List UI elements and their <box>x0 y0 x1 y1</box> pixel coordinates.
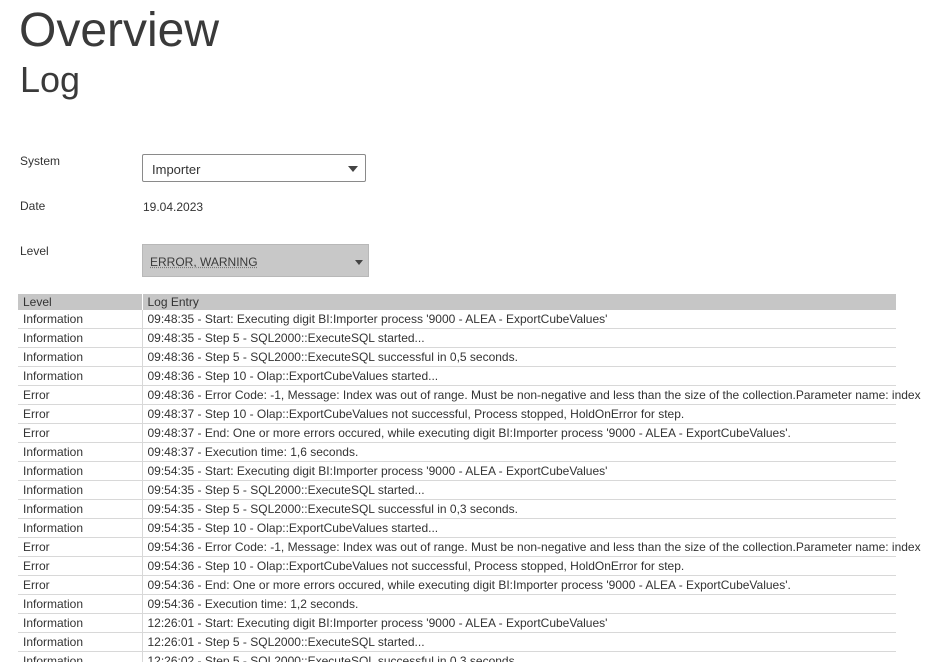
log-table-header: Level Log Entry <box>18 294 897 310</box>
chevron-down-icon <box>348 166 358 172</box>
log-level-cell: Information <box>18 594 143 614</box>
log-level-cell: Information <box>18 499 143 519</box>
log-entry-cell: 09:54:36 - Step 10 - Olap::ExportCubeVal… <box>142 556 896 576</box>
log-entry-cell: 09:54:35 - Step 5 - SQL2000::ExecuteSQL … <box>142 480 896 500</box>
log-entry-cell: 09:54:36 - End: One or more errors occur… <box>142 575 896 595</box>
log-entry-cell: 12:26:01 - Start: Executing digit BI:Imp… <box>142 613 896 633</box>
system-select-value: Importer <box>152 162 201 177</box>
log-entry-cell: 09:48:37 - Step 10 - Olap::ExportCubeVal… <box>142 404 896 424</box>
log-level-cell: Information <box>18 366 143 386</box>
table-row[interactable]: Error 09:48:36 - Error Code: -1, Message:… <box>18 385 921 405</box>
table-row[interactable]: Information 09:54:35 - Step 5 - SQL2000::… <box>18 499 896 519</box>
table-row[interactable]: Information 09:54:35 - Step 10 - Olap::Ex… <box>18 518 896 538</box>
table-row[interactable]: Information 09:54:35 - Start: Executing d… <box>18 461 896 481</box>
log-level-cell: Error <box>18 537 143 557</box>
log-entry-cell: 09:54:36 - Error Code: -1, Message: Inde… <box>142 537 921 557</box>
log-entry-cell: 09:48:37 - Execution time: 1,6 seconds. <box>142 442 896 462</box>
level-label: Level <box>20 244 49 258</box>
log-level-cell: Error <box>18 575 143 595</box>
table-row[interactable]: Information 09:54:36 - Execution time: 1,… <box>18 594 896 614</box>
system-select[interactable]: Importer <box>142 154 366 182</box>
log-level-cell: Information <box>18 461 143 481</box>
date-label: Date <box>20 199 46 213</box>
log-level-cell: Error <box>18 385 143 405</box>
log-level-cell: Error <box>18 556 143 576</box>
log-overview-page: Overview Log System Importer Date 19.04.… <box>0 0 936 662</box>
level-multiselect-value: ERROR, WARNING <box>150 255 258 269</box>
log-level-cell: Information <box>18 651 143 662</box>
table-row[interactable]: Information 09:48:37 - Execution time: 1,… <box>18 442 896 462</box>
table-row[interactable]: Information 09:48:36 - Step 10 - Olap::Ex… <box>18 366 896 386</box>
log-level-cell: Error <box>18 423 143 443</box>
log-entry-cell: 09:54:35 - Step 10 - Olap::ExportCubeVal… <box>142 518 896 538</box>
table-row[interactable]: Information 12:26:01 - Step 5 - SQL2000::… <box>18 632 896 652</box>
page-subtitle: Log <box>20 59 81 100</box>
system-label: System <box>20 154 61 168</box>
log-table-body: Information 09:48:35 - Start: Executing d… <box>18 310 921 662</box>
level-multiselect[interactable]: ERROR, WARNING <box>142 244 369 277</box>
log-level-cell: Information <box>18 310 143 329</box>
log-level-cell: Information <box>18 613 143 633</box>
log-level-cell: Information <box>18 442 143 462</box>
log-entry-cell: 09:48:36 - Step 5 - SQL2000::ExecuteSQL … <box>142 347 896 367</box>
log-level-cell: Information <box>18 347 143 367</box>
log-entry-cell: 09:48:37 - End: One or more errors occur… <box>142 423 896 443</box>
log-level-cell: Information <box>18 480 143 500</box>
table-row[interactable]: Information 09:48:35 - Start: Executing d… <box>18 310 896 329</box>
column-header-log-entry[interactable]: Log Entry <box>142 294 897 310</box>
table-row[interactable]: Error 09:54:36 - Error Code: -1, Message:… <box>18 537 921 557</box>
log-table: Level Log Entry Information 09:48:35 - St… <box>18 294 921 662</box>
log-entry-cell: 12:26:01 - Step 5 - SQL2000::ExecuteSQL … <box>142 632 896 652</box>
log-entry-cell: 09:54:35 - Step 5 - SQL2000::ExecuteSQL … <box>142 499 896 519</box>
log-entry-cell: 09:54:35 - Start: Executing digit BI:Imp… <box>142 461 896 481</box>
table-row[interactable]: Information 09:48:35 - Step 5 - SQL2000::… <box>18 328 896 348</box>
log-entry-cell: 12:26:02 - Step 5 - SQL2000::ExecuteSQL … <box>142 651 896 662</box>
log-entry-cell: 09:48:36 - Step 10 - Olap::ExportCubeVal… <box>142 366 896 386</box>
table-row[interactable]: Information 09:48:36 - Step 5 - SQL2000::… <box>18 347 896 367</box>
log-level-cell: Information <box>18 328 143 348</box>
log-entry-cell: 09:48:36 - Error Code: -1, Message: Inde… <box>142 385 921 405</box>
log-level-cell: Information <box>18 632 143 652</box>
table-row[interactable]: Error 09:54:36 - End: One or more errors … <box>18 575 896 595</box>
page-title: Overview <box>19 4 220 57</box>
table-row[interactable]: Error 09:54:36 - Step 10 - Olap::ExportCu… <box>18 556 896 576</box>
column-header-level[interactable]: Level <box>18 294 143 310</box>
table-row[interactable]: Information 09:54:35 - Step 5 - SQL2000::… <box>18 480 896 500</box>
chevron-down-icon <box>355 260 363 265</box>
log-entry-cell: 09:48:35 - Step 5 - SQL2000::ExecuteSQL … <box>142 328 896 348</box>
table-row[interactable]: Information 12:26:01 - Start: Executing d… <box>18 613 896 633</box>
table-row[interactable]: Information 12:26:02 - Step 5 - SQL2000::… <box>18 651 896 662</box>
date-value: 19.04.2023 <box>143 200 204 214</box>
table-row[interactable]: Error 09:48:37 - Step 10 - Olap::ExportCu… <box>18 404 896 424</box>
log-level-cell: Error <box>18 404 143 424</box>
log-entry-cell: 09:54:36 - Execution time: 1,2 seconds. <box>142 594 896 614</box>
log-entry-cell: 09:48:35 - Start: Executing digit BI:Imp… <box>142 310 896 329</box>
log-level-cell: Information <box>18 518 143 538</box>
table-row[interactable]: Error 09:48:37 - End: One or more errors … <box>18 423 896 443</box>
